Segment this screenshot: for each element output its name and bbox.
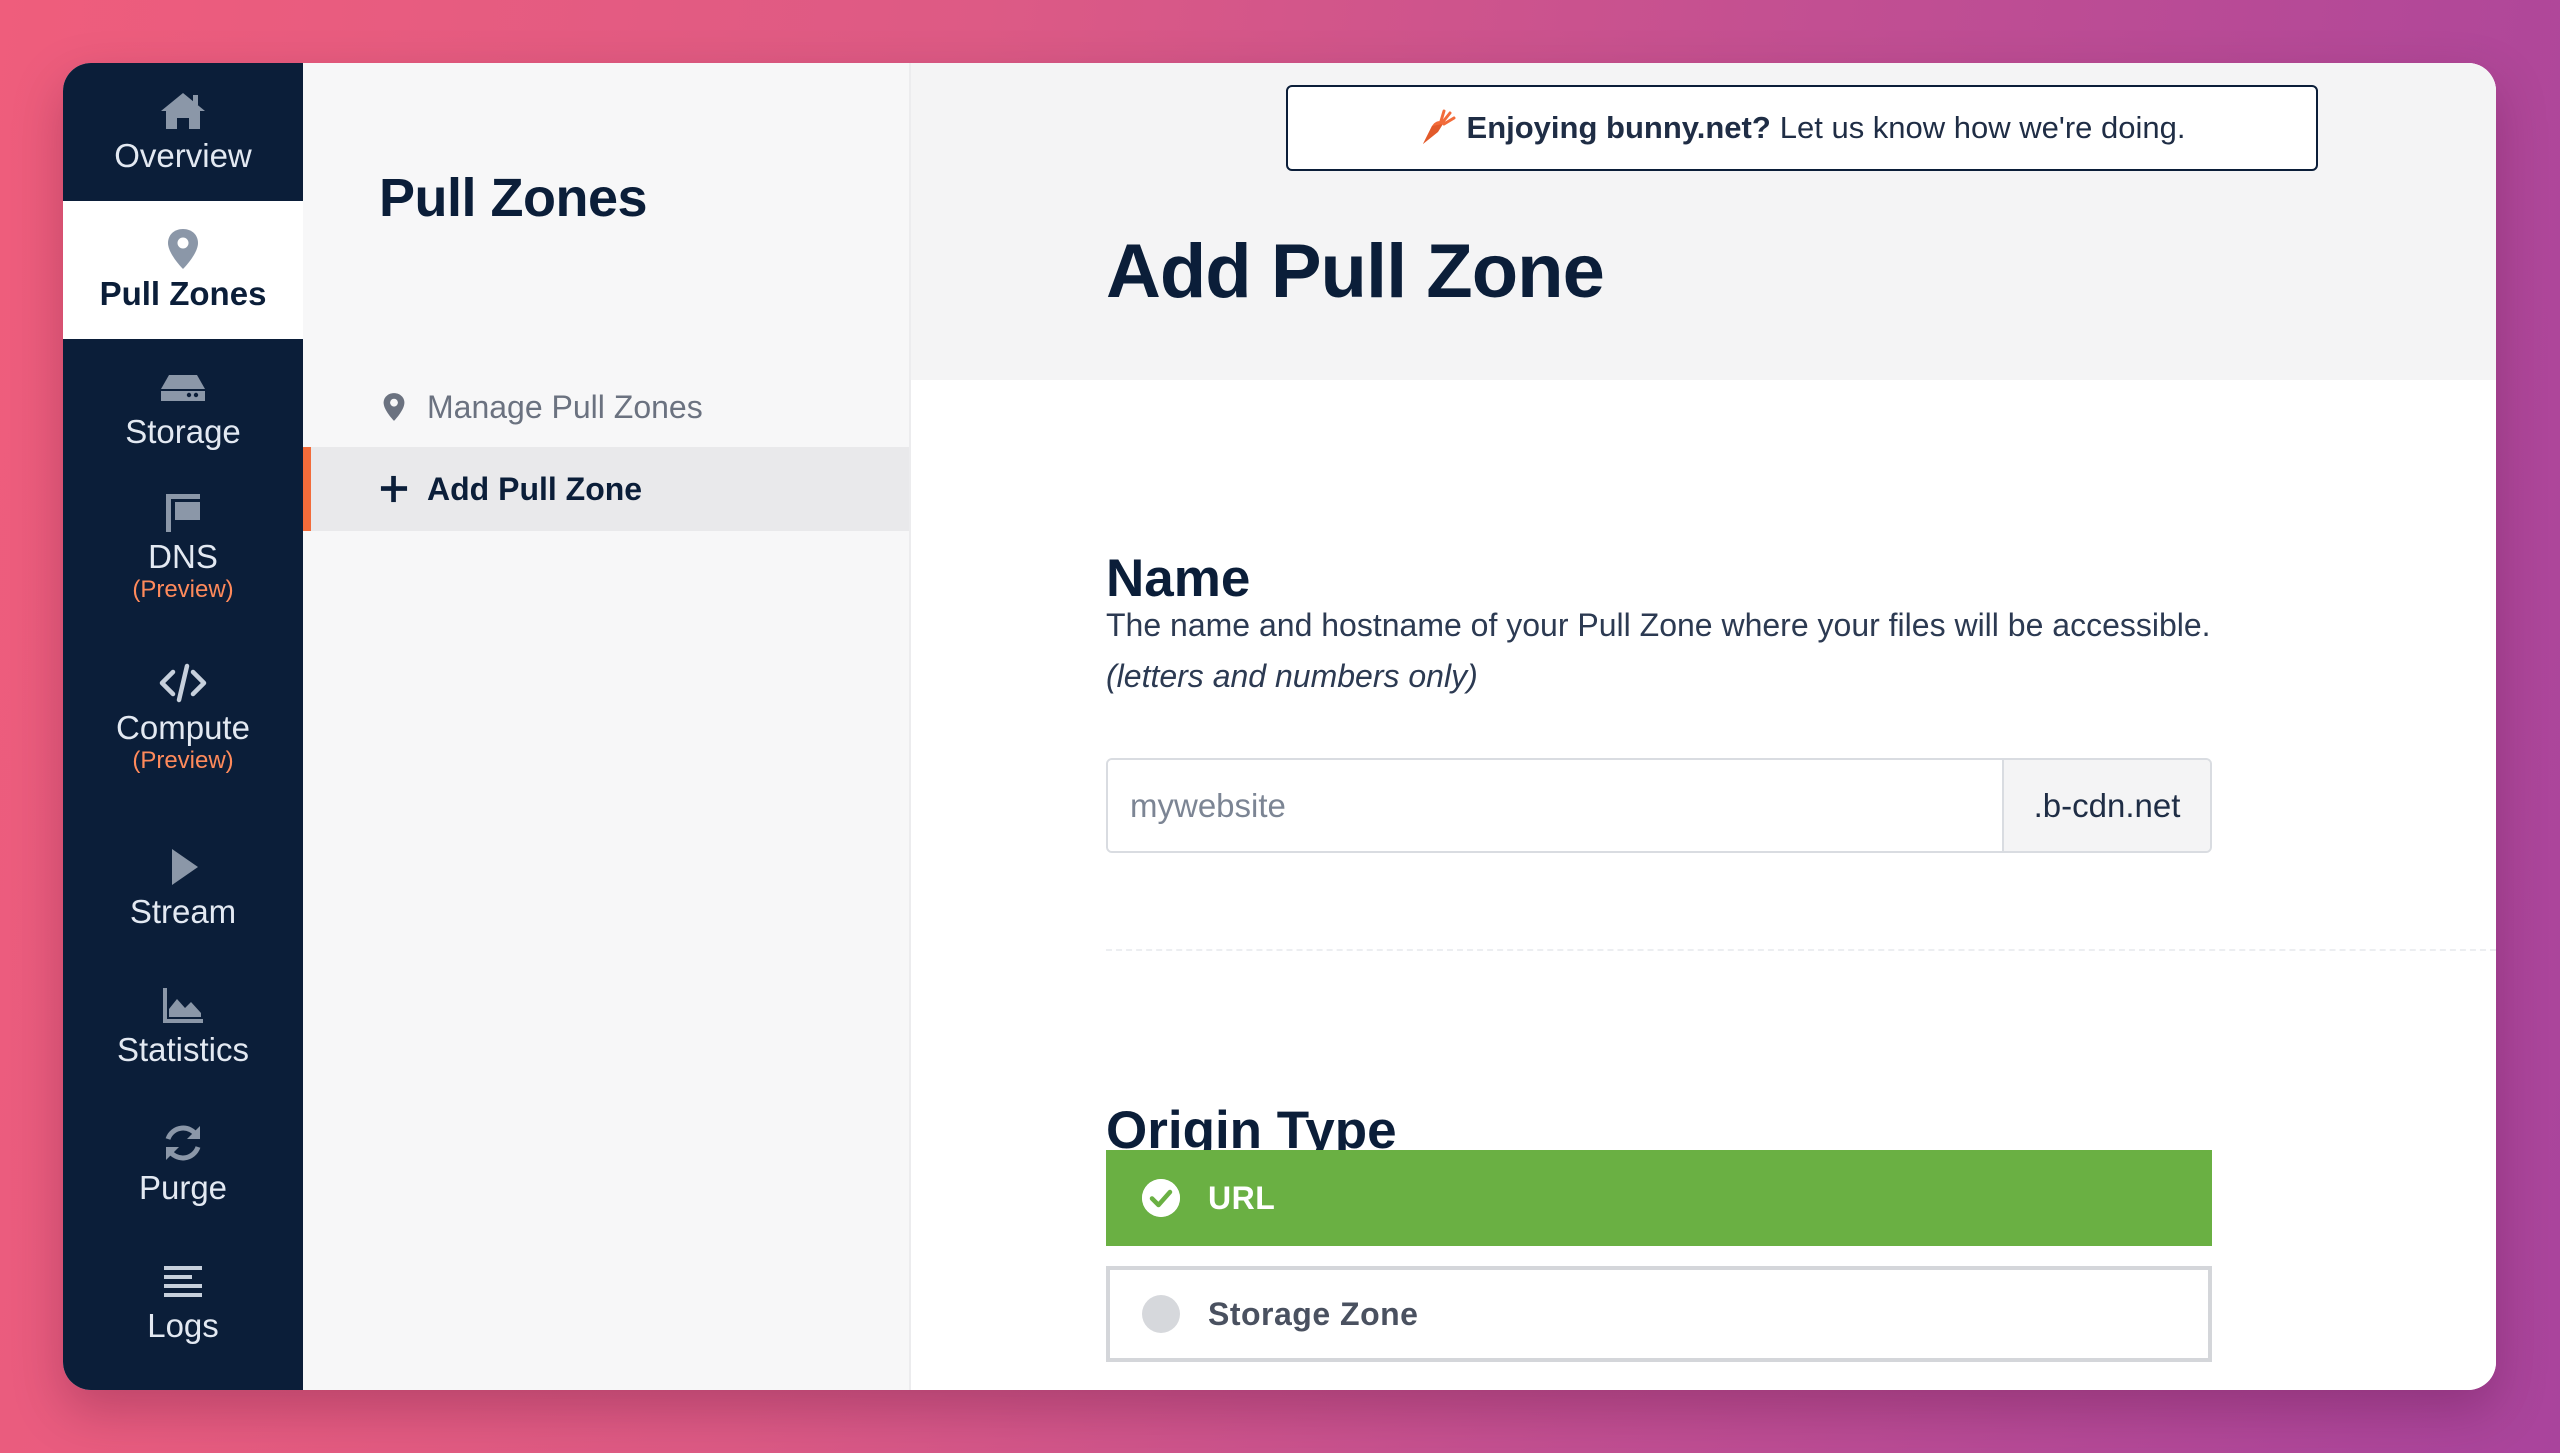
play-icon <box>155 844 211 890</box>
map-pin-icon <box>379 390 409 424</box>
area-chart-icon <box>155 982 211 1028</box>
subnav-item-manage-pull-zones[interactable]: Manage Pull Zones <box>303 365 909 449</box>
radio-empty-icon <box>1142 1295 1180 1333</box>
signpost-icon <box>155 489 211 535</box>
map-pin-icon <box>155 226 211 272</box>
nav-item-overview[interactable]: Overview <box>63 63 303 201</box>
nav-label: Logs <box>147 1307 219 1344</box>
preview-badge: (Preview) <box>132 747 234 774</box>
origin-option-label: Storage Zone <box>1208 1295 1419 1332</box>
main-nav: Overview Pull Zones Storage DNS (Preview… <box>63 63 303 1390</box>
feedback-bold-text: Enjoying bunny.net? <box>1466 110 1771 145</box>
description-note: (letters and numbers only) <box>1106 658 1478 694</box>
list-lines-icon <box>155 1258 211 1304</box>
carrot-icon <box>1422 109 1456 144</box>
section-divider <box>1106 949 2496 951</box>
check-circle-icon <box>1142 1179 1180 1217</box>
subnav-item-label: Manage Pull Zones <box>427 388 703 425</box>
nav-label: Compute <box>116 709 250 746</box>
nav-label: Purge <box>138 1169 228 1206</box>
description-text: The name and hostname of your Pull Zone … <box>1106 607 2211 643</box>
main-content: Enjoying bunny.net? Let us know how we'r… <box>911 63 2496 1390</box>
subnav-title: Pull Zones <box>379 168 648 228</box>
name-input-group: .b-cdn.net <box>1106 758 2212 853</box>
nav-item-purge[interactable]: Purge <box>63 1095 303 1233</box>
page-title: Add Pull Zone <box>1106 229 1605 314</box>
nav-item-stream[interactable]: Stream <box>63 819 303 957</box>
nav-label: DNS <box>148 538 218 575</box>
nav-label: Pull Zones <box>99 275 267 312</box>
name-section-description: The name and hostname of your Pull Zone … <box>1106 600 2226 702</box>
feedback-banner[interactable]: Enjoying bunny.net? Let us know how we'r… <box>1286 85 2318 171</box>
nav-label: Storage <box>125 413 241 450</box>
home-icon <box>155 88 211 134</box>
refresh-icon <box>155 1120 211 1166</box>
plus-icon <box>379 472 409 506</box>
nav-label: Statistics <box>116 1031 250 1068</box>
hard-drive-icon <box>155 364 211 410</box>
nav-item-logs[interactable]: Logs <box>63 1233 303 1371</box>
page-header: Enjoying bunny.net? Let us know how we'r… <box>911 63 2496 380</box>
origin-option-label: URL <box>1208 1179 1276 1216</box>
nav-item-pull-zones[interactable]: Pull Zones <box>63 201 303 339</box>
app-window: Overview Pull Zones Storage DNS (Preview… <box>63 63 2496 1390</box>
hostname-suffix: .b-cdn.net <box>2002 760 2210 851</box>
nav-item-compute[interactable]: Compute (Preview) <box>63 648 303 786</box>
preview-badge: (Preview) <box>132 576 234 603</box>
nav-label: Overview <box>114 137 252 174</box>
code-icon <box>155 660 211 706</box>
subnav-item-label: Add Pull Zone <box>427 470 643 507</box>
origin-option-url[interactable]: URL <box>1106 1150 2212 1246</box>
origin-option-storage-zone[interactable]: Storage Zone <box>1106 1266 2212 1362</box>
nav-item-storage[interactable]: Storage <box>63 339 303 477</box>
nav-item-dns[interactable]: DNS (Preview) <box>63 477 303 615</box>
pull-zones-subnav: Pull Zones Manage Pull Zones Add Pull Zo… <box>303 63 911 1390</box>
feedback-text: Let us know how we're doing. <box>1779 110 2186 145</box>
pull-zone-name-input[interactable] <box>1108 760 2002 851</box>
nav-item-statistics[interactable]: Statistics <box>63 957 303 1095</box>
subnav-item-add-pull-zone[interactable]: Add Pull Zone <box>303 447 909 531</box>
nav-label: Stream <box>129 893 237 930</box>
